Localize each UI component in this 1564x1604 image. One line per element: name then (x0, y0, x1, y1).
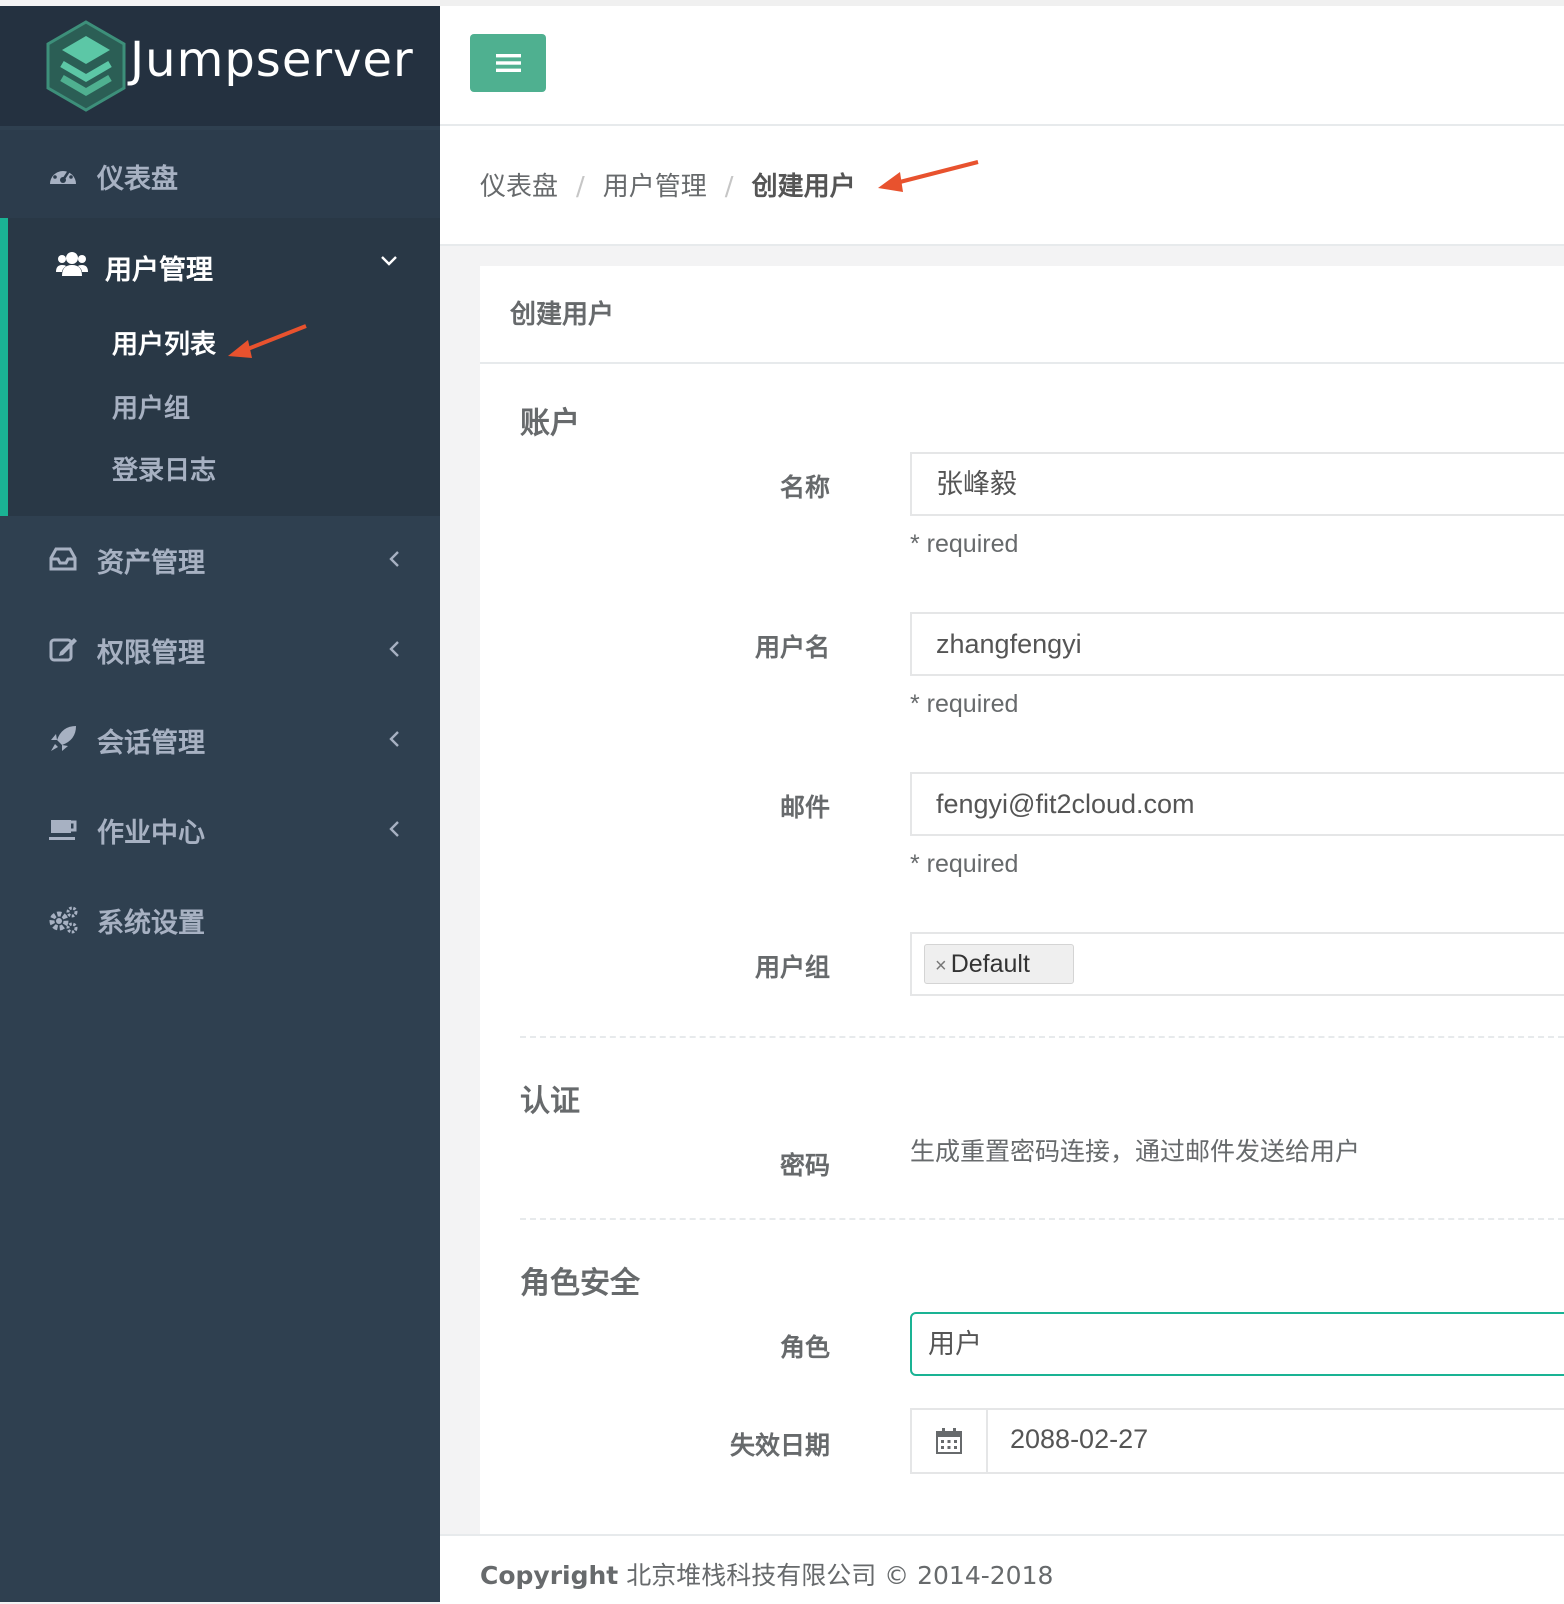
user-groups-select[interactable]: × Default (910, 932, 1564, 996)
jumpserver-logo-icon (46, 20, 126, 112)
inbox-icon (49, 547, 77, 571)
section-divider (520, 1036, 1564, 1038)
sidebar-subitem-login-log[interactable]: 登录日志 (112, 450, 216, 487)
user-groups-label: 用户组 (754, 953, 830, 982)
email-label: 邮件 (779, 793, 830, 822)
chevron-left-icon (389, 821, 399, 837)
section-heading-auth: 认证 (520, 1084, 580, 1119)
breadcrumb-dashboard[interactable]: 仪表盘 (480, 172, 558, 202)
sidebar-item-users[interactable]: 用户管理 (8, 218, 440, 308)
breadcrumb-separator: / (576, 172, 585, 202)
password-label: 密码 (779, 1151, 830, 1180)
name-label: 名称 (779, 473, 830, 502)
sidebar-item-label: 权限管理 (97, 638, 205, 669)
chevron-left-icon (389, 731, 399, 747)
panel-title-bar: 创建用户 (480, 266, 1564, 364)
date-addon[interactable] (912, 1410, 988, 1472)
email-input[interactable]: fengyi@fit2cloud.com (910, 772, 1564, 836)
sidebar-item-label: 系统设置 (97, 908, 205, 939)
sidebar-item-sessions[interactable]: 会话管理 (0, 694, 440, 784)
chevron-left-icon (389, 551, 399, 567)
footer-copyright: Copyright 北京堆栈科技有限公司 © 2014-2018 (480, 1556, 1053, 1592)
users-icon (56, 252, 88, 276)
sidebar-item-permissions[interactable]: 权限管理 (0, 604, 440, 694)
edit-icon (49, 638, 77, 662)
chevron-down-icon (381, 256, 397, 266)
expiry-date-label: 失效日期 (729, 1431, 830, 1460)
sidebar-item-label: 资产管理 (97, 548, 205, 579)
brand-name: Jumpserver (130, 32, 414, 88)
username-input[interactable]: zhangfengyi (910, 612, 1564, 676)
coffee-icon (49, 820, 77, 840)
sidebar-item-dashboard[interactable]: 仪表盘 (0, 130, 440, 220)
logo-bar: Jumpserver (0, 6, 440, 126)
name-input[interactable]: 张峰毅 (910, 452, 1564, 516)
dashboard-icon (50, 168, 76, 184)
expiry-date-input[interactable]: 2088-02-27 (1010, 1424, 1148, 1455)
breadcrumb: 仪表盘 / 用户管理 / 创建用户 (480, 166, 856, 203)
top-navbar (440, 6, 1564, 126)
username-label: 用户名 (754, 633, 830, 662)
panel-title: 创建用户 (510, 300, 615, 330)
create-user-panel: 创建用户 账户 名称 张峰毅 * required 用户名 zhangfengy… (480, 266, 1564, 1534)
breadcrumb-separator: / (724, 172, 734, 202)
section-heading-account: 账户 (520, 406, 580, 441)
rocket-icon (51, 726, 76, 751)
sidebar: Jumpserver 仪表盘 用户管理 用户列表 用户组 登录日志 资产管理 权… (0, 6, 440, 1602)
password-note: 生成重置密码连接，通过邮件发送给用户 (910, 1137, 1361, 1166)
sidebar-item-label: 仪表盘 (97, 164, 178, 195)
annotation-arrow-icon (878, 160, 979, 192)
chevron-left-icon (389, 641, 399, 657)
footer: Copyright 北京堆栈科技有限公司 © 2014-2018 (440, 1534, 1564, 1604)
tag-label: Default (950, 950, 1030, 978)
breadcrumb-current: 创建用户 (751, 172, 856, 202)
role-label: 角色 (779, 1333, 830, 1362)
sidebar-item-system-settings[interactable]: 系统设置 (0, 874, 440, 964)
sidebar-item-label: 会话管理 (97, 728, 205, 759)
selected-tag: × Default (924, 944, 1074, 984)
sidebar-subitem-user-list[interactable]: 用户列表 (112, 324, 216, 361)
sidebar-item-ops-center[interactable]: 作业中心 (0, 784, 440, 874)
sidebar-subitem-user-groups[interactable]: 用户组 (112, 388, 190, 425)
role-select[interactable]: 用户 (910, 1312, 1564, 1376)
calendar-icon (936, 1428, 962, 1454)
copyright-label: Copyright (480, 1561, 619, 1590)
email-help-text: * required (910, 850, 1019, 878)
copyright-company: 北京堆栈科技有限公司 © 2014-2018 (626, 1561, 1054, 1590)
annotation-arrow-icon (228, 324, 307, 358)
breadcrumb-user-management[interactable]: 用户管理 (603, 172, 707, 202)
menu-toggle-button[interactable] (470, 34, 546, 92)
sidebar-item-label: 作业中心 (97, 818, 205, 849)
sidebar-group-users: 用户管理 用户列表 用户组 登录日志 (0, 218, 440, 516)
expiry-date-group: 2088-02-27 (910, 1408, 1564, 1474)
name-help-text: * required (910, 530, 1019, 558)
section-divider (520, 1218, 1564, 1220)
username-help-text: * required (910, 690, 1019, 718)
remove-tag-icon[interactable]: × (935, 955, 947, 977)
sidebar-item-label: 用户管理 (105, 255, 213, 286)
sidebar-item-assets[interactable]: 资产管理 (0, 514, 440, 604)
section-heading-role-security: 角色安全 (520, 1266, 640, 1301)
gears-icon (49, 906, 78, 934)
hamburger-icon (496, 54, 521, 72)
page-heading: 仪表盘 / 用户管理 / 创建用户 (440, 126, 1564, 246)
